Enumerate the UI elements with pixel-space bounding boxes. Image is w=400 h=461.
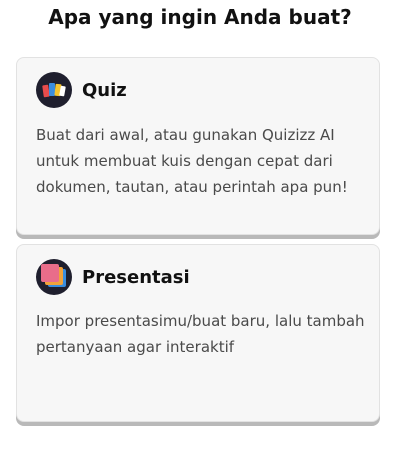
presentation-card-description: Impor presentasimu/buat baru, lalu tamba… — [36, 312, 365, 356]
quiz-icon — [36, 72, 72, 108]
presentation-icon — [36, 259, 72, 295]
presentation-card-header: Presentasi — [36, 259, 190, 295]
quiz-card-title: Quiz — [82, 79, 127, 101]
presentation-card-title: Presentasi — [82, 266, 190, 288]
quiz-card-description: Buat dari awal, atau gunakan Quizizz AI … — [36, 126, 348, 196]
quiz-card-header: Quiz — [36, 72, 127, 108]
presentation-card[interactable]: Presentasi Impor presentasimu/buat baru,… — [16, 244, 380, 422]
page-title: Apa yang ingin Anda buat? — [48, 5, 352, 29]
quiz-card[interactable]: Quiz Buat dari awal, atau gunakan Quiziz… — [16, 57, 380, 235]
